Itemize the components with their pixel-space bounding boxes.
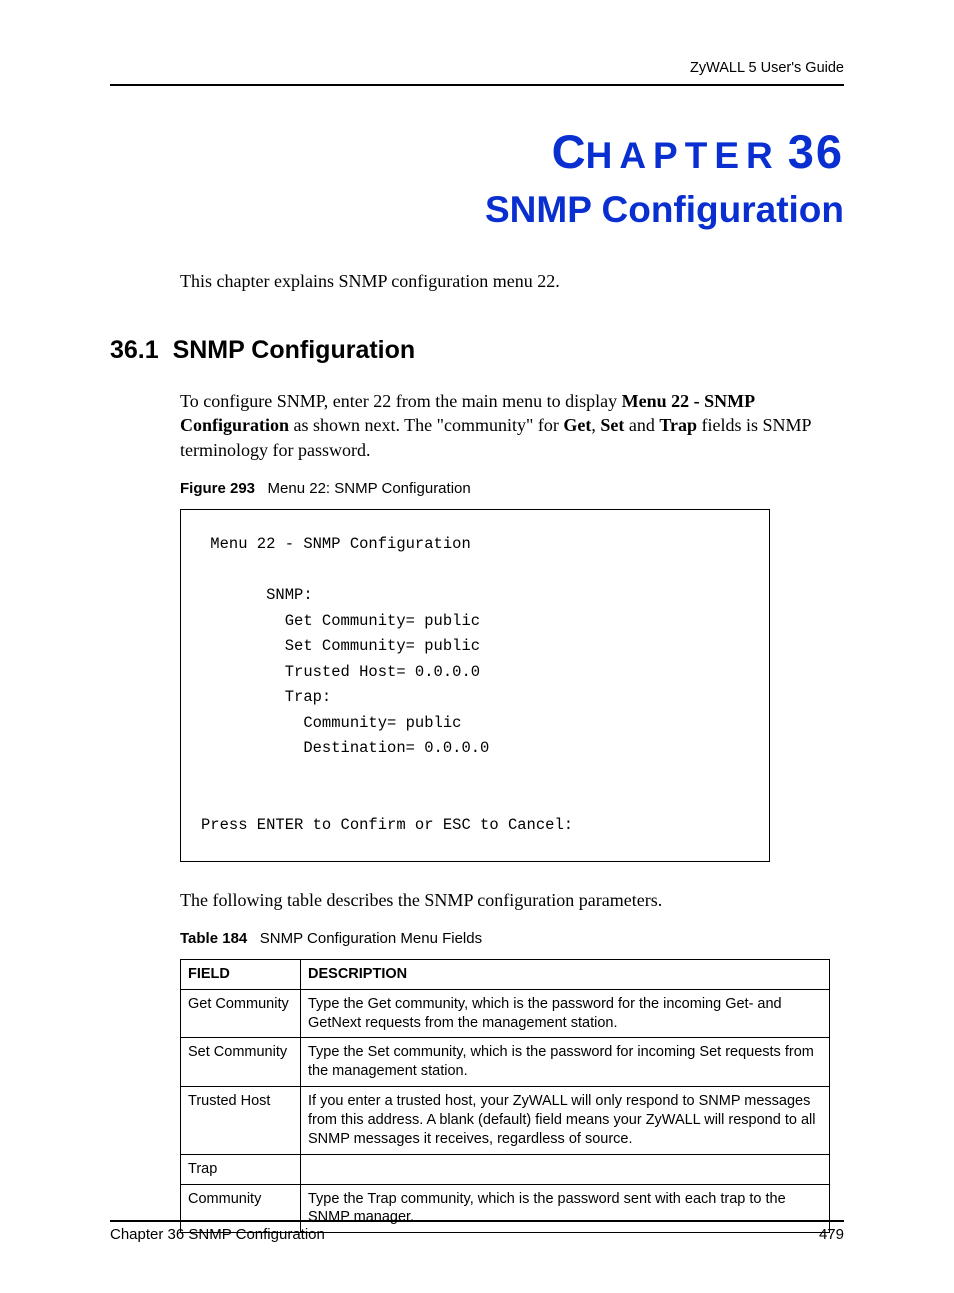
col-field: FIELD	[181, 959, 301, 989]
body-paragraph: The following table describes the SNMP c…	[180, 888, 844, 912]
footer-rule	[110, 1220, 844, 1222]
section-number: 36.1	[110, 336, 159, 364]
chapter-word-initial: C	[552, 125, 586, 178]
chapter-title: SNMP Configuration	[110, 189, 844, 231]
table-row: Trap	[181, 1154, 830, 1184]
terminal-screenshot: Menu 22 - SNMP Configuration SNMP: Get C…	[180, 509, 770, 862]
table-row: Get Community Type the Get community, wh…	[181, 989, 830, 1038]
header-rule	[110, 84, 844, 86]
section-title: SNMP Configuration	[173, 336, 416, 364]
table-header-row: FIELD DESCRIPTION	[181, 959, 830, 989]
table-row: Set Community Type the Set community, wh…	[181, 1038, 830, 1087]
chapter-number: 36	[788, 125, 844, 178]
chapter-heading: CHAPTER36 SNMP Configuration	[110, 124, 844, 231]
chapter-word-rest: HAPTER	[586, 135, 780, 176]
table-caption: Table 184 SNMP Configuration Menu Fields	[180, 930, 844, 947]
col-description: DESCRIPTION	[301, 959, 830, 989]
body-paragraph: To configure SNMP, enter 22 from the mai…	[180, 389, 844, 462]
running-head: ZyWALL 5 User's Guide	[110, 60, 844, 76]
page-footer: Chapter 36 SNMP Configuration 479	[110, 1220, 844, 1243]
figure-caption: Figure 293 Menu 22: SNMP Configuration	[180, 480, 844, 497]
section-heading: 36.1 SNMP Configuration	[110, 336, 844, 365]
chapter-intro: This chapter explains SNMP configuration…	[180, 271, 844, 292]
fields-table: FIELD DESCRIPTION Get Community Type the…	[180, 959, 830, 1233]
document-page: ZyWALL 5 User's Guide CHAPTER36 SNMP Con…	[0, 0, 954, 1293]
table-row: Trusted Host If you enter a trusted host…	[181, 1087, 830, 1155]
